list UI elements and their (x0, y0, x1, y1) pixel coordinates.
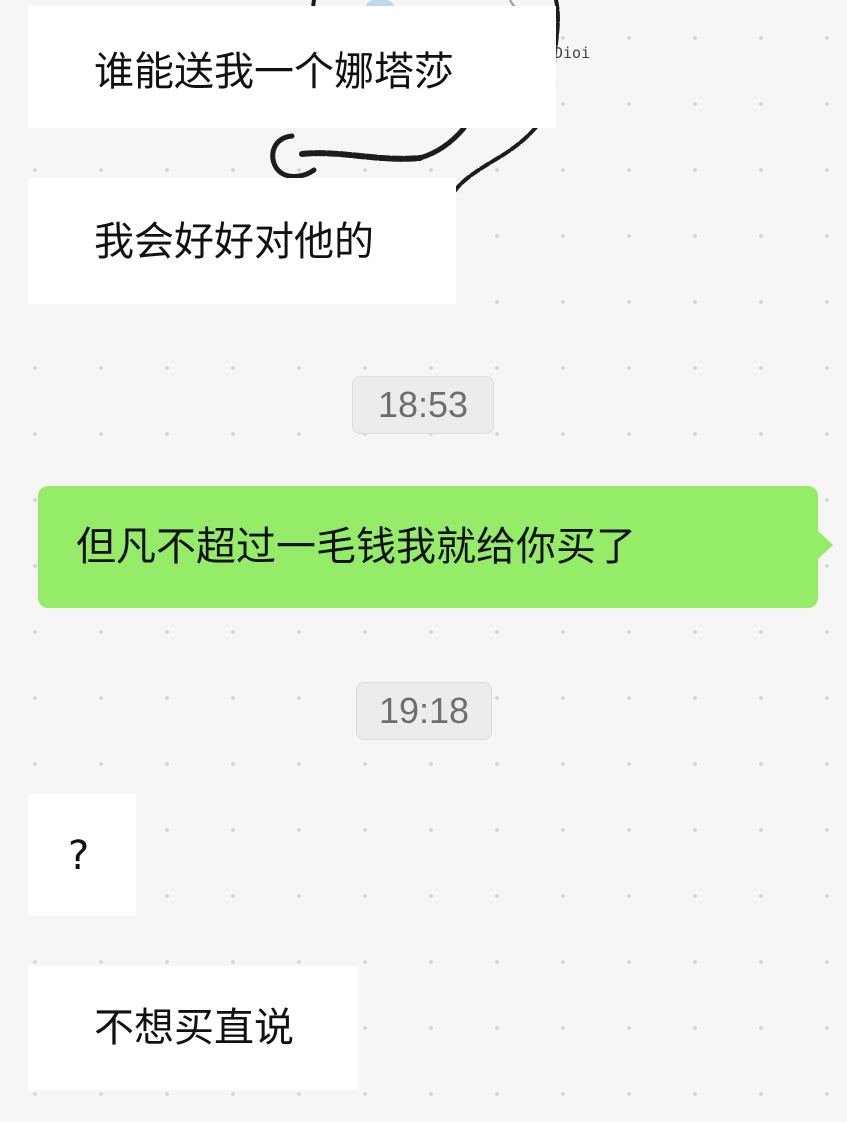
message-timestamp: 19:18 (356, 682, 492, 740)
message-bubble-incoming[interactable]: 不想买直说 (28, 966, 358, 1090)
message-text: ? (68, 833, 90, 879)
message-timestamp: 18:53 (352, 376, 494, 434)
message-text: 但凡不超过一毛钱我就给你买了 (76, 524, 636, 570)
message-text: 我会好好对他的 (94, 219, 374, 265)
message-text: 谁能送我一个娜塔莎 (94, 49, 454, 95)
message-bubble-outgoing[interactable]: 但凡不超过一毛钱我就给你买了 (38, 486, 833, 608)
chat-thread[interactable]: Dioi 谁能送我一个娜塔莎 我会好好对他的 18:53 但凡不超过一毛钱我就给… (0, 0, 847, 1122)
message-bubble-incoming[interactable]: 谁能送我一个娜塔莎 (28, 6, 556, 128)
bubble-tail-icon (817, 530, 833, 560)
message-bubble-incoming[interactable]: 我会好好对他的 (28, 178, 456, 304)
sticker-caption: Dioi (554, 44, 590, 62)
message-bubble-incoming[interactable]: ? (28, 794, 136, 916)
message-text: 不想买直说 (94, 1005, 294, 1051)
